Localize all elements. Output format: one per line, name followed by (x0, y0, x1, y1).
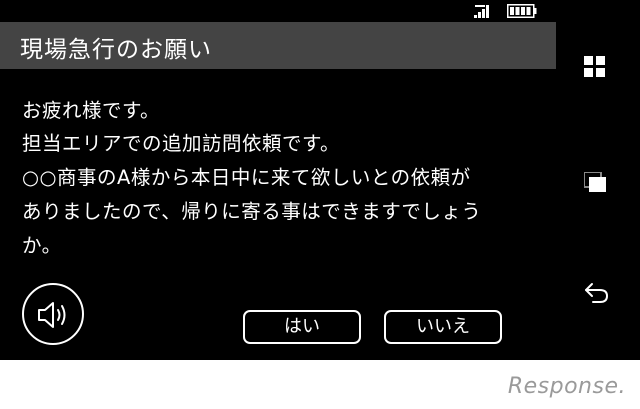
back-icon[interactable] (584, 281, 610, 305)
yes-button[interactable]: はい (243, 310, 361, 344)
battery-icon (507, 4, 537, 18)
message-line: ○○商事のA様から本日中に来て欲しいとの依頼が (22, 166, 471, 189)
recent-apps-icon[interactable] (584, 172, 608, 194)
watermark-logo: Response. (507, 374, 626, 399)
apps-grid-icon[interactable] (584, 56, 606, 78)
dialog-title-bar: 現場急行のお願い (0, 22, 556, 69)
message-line: ありましたので、帰りに寄る事はできますでしょう (22, 200, 482, 223)
message-line: か。 (22, 234, 62, 257)
navigation-bar (556, 0, 640, 360)
no-button[interactable]: いいえ (384, 310, 502, 344)
device-screen: 現場急行のお願い お疲れ様です。 担当エリアでの追加訪問依頼です。 ○○商事のA… (0, 0, 640, 360)
message-line: 担当エリアでの追加訪問依頼です。 (22, 132, 341, 155)
dialog-title: 現場急行のお願い (20, 37, 212, 63)
speaker-button[interactable] (22, 283, 84, 345)
speaker-icon (38, 302, 66, 328)
message-line: お疲れ様です。 (22, 99, 161, 122)
signal-icon (474, 5, 489, 18)
status-bar (0, 0, 556, 22)
